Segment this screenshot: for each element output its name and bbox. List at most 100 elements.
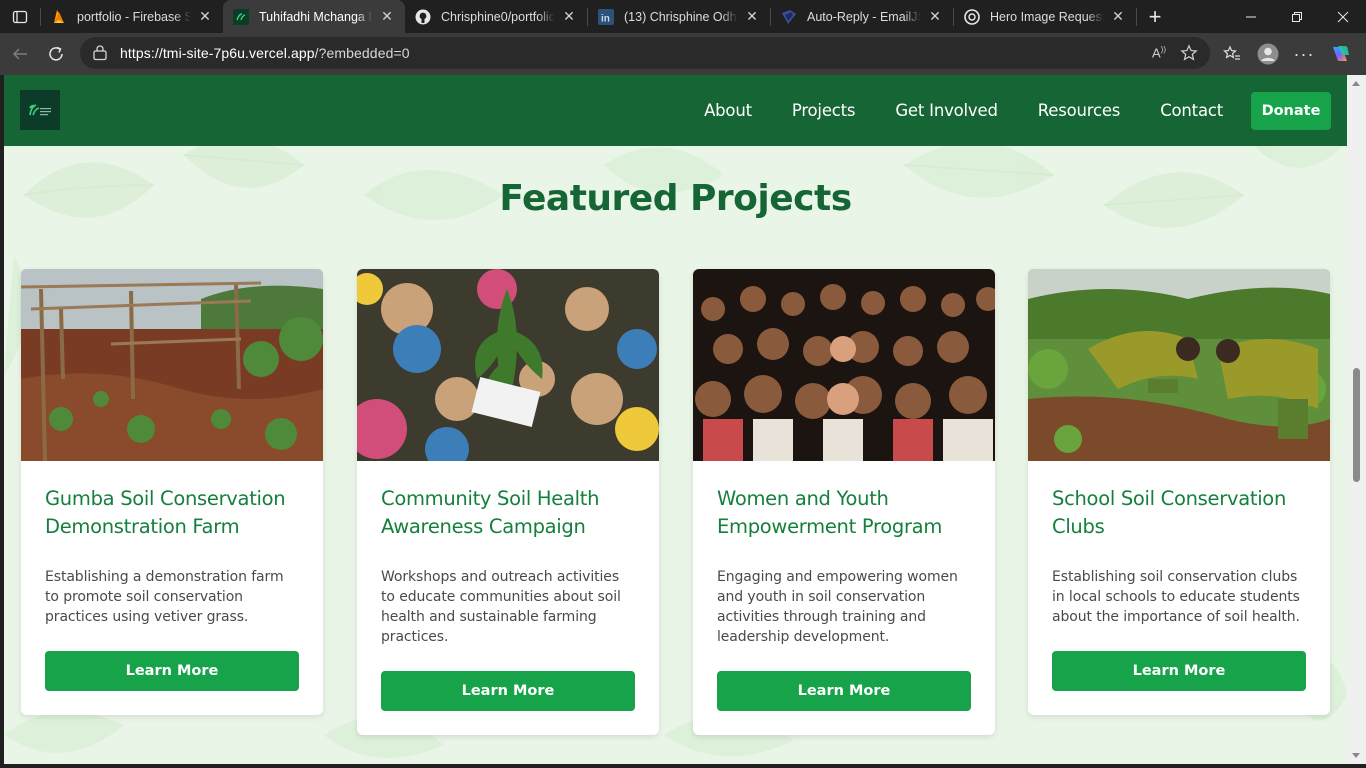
- avatar-icon: [1257, 43, 1279, 65]
- learn-more-button[interactable]: Learn More: [381, 671, 635, 711]
- browser-tab-tmi[interactable]: Tuhifadhi Mchanga Initiative ✕: [223, 0, 405, 33]
- back-arrow-icon: [12, 48, 27, 60]
- nav-projects[interactable]: Projects: [792, 101, 856, 120]
- browser-tab-github[interactable]: Chrisphine0/portfolios ✕: [405, 0, 587, 33]
- url-text: https://tmi-site-7p6u.vercel.app/?embedd…: [120, 45, 410, 61]
- project-card: Community Soil Health Awareness Campaign…: [357, 269, 659, 735]
- profile-button[interactable]: [1250, 36, 1286, 72]
- project-card-body: School Soil Conservation Clubs Establish…: [1028, 461, 1330, 715]
- favorite-star-icon[interactable]: [1180, 44, 1198, 62]
- page-scrollbar[interactable]: [1347, 75, 1366, 764]
- url-host: https://tmi-site-7p6u.vercel.app: [120, 45, 315, 61]
- project-title[interactable]: Gumba Soil Conservation Demonstration Fa…: [45, 485, 299, 541]
- url-path: /?embedded=0: [314, 45, 410, 61]
- more-dots-icon: ···: [1293, 43, 1315, 64]
- project-title[interactable]: Community Soil Health Awareness Campaign: [381, 485, 635, 541]
- scroll-up-icon[interactable]: [1352, 81, 1360, 86]
- site-logo[interactable]: [20, 90, 60, 130]
- refresh-icon: [49, 46, 63, 61]
- project-image-farm: [21, 269, 323, 461]
- learn-more-button[interactable]: Learn More: [45, 651, 299, 691]
- favorites-icon: [1223, 45, 1240, 60]
- site-favicon: [233, 8, 249, 25]
- tab-title: Auto-Reply - EmailJS: [807, 9, 921, 24]
- window-bottom-edge: [0, 764, 1366, 768]
- section-title: Featured Projects: [499, 178, 852, 219]
- scroll-down-icon[interactable]: [1352, 753, 1360, 758]
- more-options-button[interactable]: ···: [1286, 36, 1322, 72]
- site-info-icon[interactable]: [92, 45, 108, 61]
- address-bar-actions: A)): [1152, 37, 1198, 69]
- svg-text:in: in: [601, 13, 610, 24]
- linkedin-icon: in: [598, 8, 614, 25]
- project-description: Engaging and empowering women and youth …: [717, 569, 958, 645]
- plus-icon: +: [1148, 3, 1162, 29]
- emailjs-icon: [781, 9, 797, 25]
- restore-button[interactable]: [1274, 0, 1320, 33]
- toolbar-right: ···: [1214, 36, 1358, 72]
- project-description: Workshops and outreach activities to edu…: [381, 569, 621, 645]
- main-nav: About Projects Get Involved Resources Co…: [664, 75, 1331, 146]
- close-tab-icon[interactable]: ✕: [1110, 8, 1126, 25]
- new-tab-button[interactable]: +: [1137, 0, 1173, 33]
- tab-title: Tuhifadhi Mchanga Initiative: [259, 9, 373, 24]
- browser-tab-firebase[interactable]: portfolio - Firebase Studio ✕: [41, 0, 223, 33]
- copilot-button[interactable]: [1322, 36, 1358, 72]
- project-description: Establishing soil conservation clubs in …: [1052, 569, 1300, 625]
- project-card: Gumba Soil Conservation Demonstration Fa…: [21, 269, 323, 715]
- page-viewport: About Projects Get Involved Resources Co…: [4, 75, 1347, 764]
- tab-actions-button[interactable]: [0, 0, 40, 33]
- nav-about[interactable]: About: [704, 101, 752, 120]
- window-controls: [1228, 0, 1366, 33]
- project-description: Establishing a demonstration farm to pro…: [45, 569, 284, 625]
- browser-tab-emailjs[interactable]: Auto-Reply - EmailJS ✕: [771, 0, 953, 33]
- browser-tab-linkedin[interactable]: in (13) Chrisphine Odhiambo ✕: [588, 0, 770, 33]
- read-aloud-icon[interactable]: A)): [1152, 45, 1166, 60]
- firebase-icon: [51, 9, 67, 25]
- favorites-button[interactable]: [1214, 36, 1250, 72]
- close-tab-icon[interactable]: ✕: [197, 8, 213, 25]
- close-window-button[interactable]: [1320, 0, 1366, 33]
- tab-actions-icon: [12, 10, 28, 23]
- tab-title: portfolio - Firebase Studio: [77, 9, 191, 24]
- openai-icon: [964, 8, 980, 25]
- project-title[interactable]: Women and Youth Empowerment Program: [717, 485, 971, 541]
- nav-contact[interactable]: Contact: [1160, 101, 1223, 120]
- minimize-button[interactable]: [1228, 0, 1274, 33]
- refresh-button[interactable]: [38, 36, 74, 72]
- close-icon: [1337, 11, 1349, 22]
- project-image-students: [1028, 269, 1330, 461]
- project-image-youth: [693, 269, 995, 461]
- tab-title: Hero Image Request: [990, 9, 1104, 24]
- close-tab-icon[interactable]: ✕: [927, 8, 943, 25]
- donate-button[interactable]: Donate: [1251, 91, 1331, 130]
- project-image-planting: [357, 269, 659, 461]
- learn-more-button[interactable]: Learn More: [717, 671, 971, 711]
- close-tab-icon[interactable]: ✕: [744, 8, 760, 25]
- logo-leaf-icon: [29, 104, 51, 116]
- close-tab-icon[interactable]: ✕: [561, 8, 577, 25]
- tab-title: (13) Chrisphine Odhiambo: [624, 9, 738, 24]
- github-icon: [415, 9, 431, 25]
- project-card: School Soil Conservation Clubs Establish…: [1028, 269, 1330, 715]
- nav-resources[interactable]: Resources: [1038, 101, 1121, 120]
- site-header: About Projects Get Involved Resources Co…: [4, 75, 1347, 146]
- restore-icon: [1292, 11, 1302, 22]
- copilot-icon: [1333, 46, 1349, 61]
- close-tab-icon[interactable]: ✕: [379, 8, 395, 25]
- address-bar[interactable]: https://tmi-site-7p6u.vercel.app/?embedd…: [80, 37, 1210, 69]
- project-card-body: Gumba Soil Conservation Demonstration Fa…: [21, 461, 323, 715]
- browser-toolbar: https://tmi-site-7p6u.vercel.app/?embedd…: [0, 33, 1366, 75]
- tab-title: Chrisphine0/portfolios: [441, 9, 555, 24]
- browser-tab-bar: portfolio - Firebase Studio ✕ Tuhifadhi …: [0, 0, 1366, 33]
- project-card: Women and Youth Empowerment Program Enga…: [693, 269, 995, 735]
- browser-tab-hero-image[interactable]: Hero Image Request ✕: [954, 0, 1136, 33]
- project-card-body: Community Soil Health Awareness Campaign…: [357, 461, 659, 735]
- scrollbar-thumb[interactable]: [1353, 368, 1360, 482]
- nav-get-involved[interactable]: Get Involved: [895, 101, 998, 120]
- learn-more-button[interactable]: Learn More: [1052, 651, 1306, 691]
- minimize-icon: [1246, 16, 1256, 17]
- project-title[interactable]: School Soil Conservation Clubs: [1052, 485, 1306, 541]
- project-card-body: Women and Youth Empowerment Program Enga…: [693, 461, 995, 735]
- back-button[interactable]: [2, 36, 38, 72]
